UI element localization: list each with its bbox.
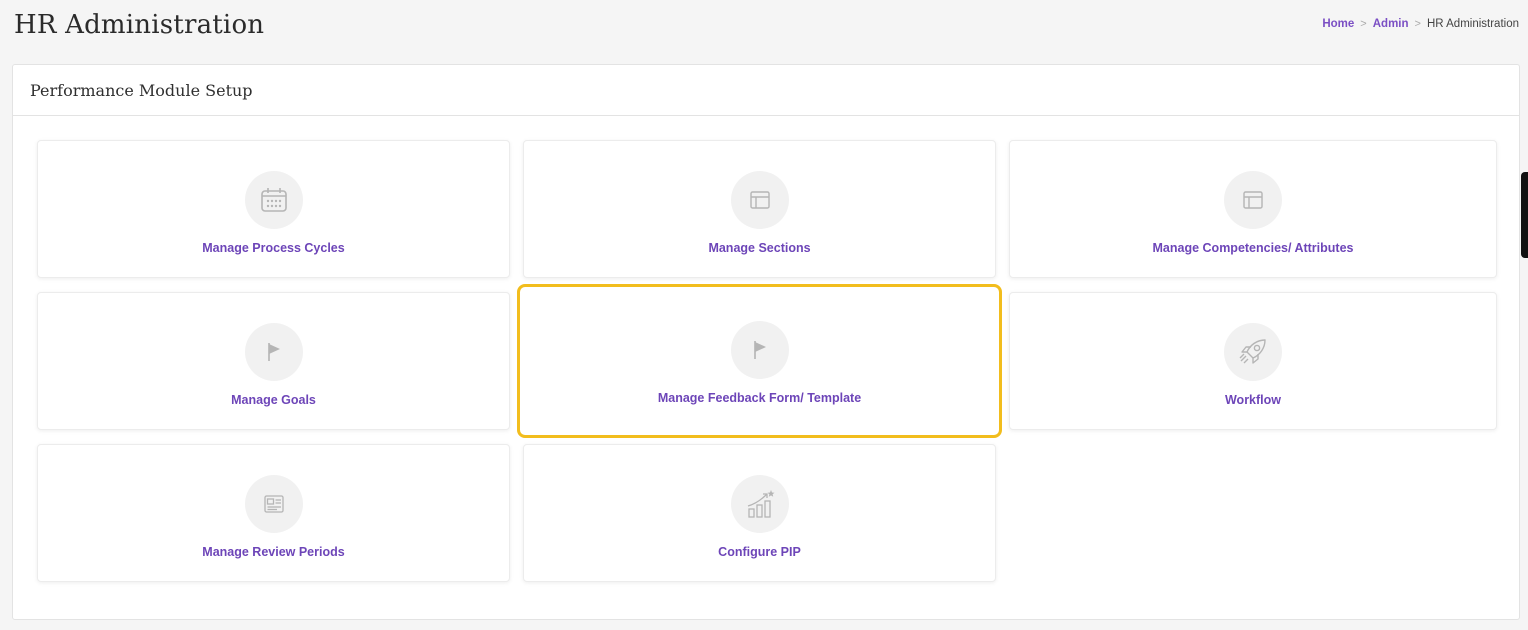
card-label: Manage Feedback Form/ Template: [657, 391, 862, 405]
card-manage-feedback-form[interactable]: Manage Feedback Form/ Template: [517, 284, 1002, 438]
flag-icon: [244, 323, 303, 381]
breadcrumb-separator: >: [1360, 18, 1367, 30]
card-manage-competencies[interactable]: Manage Competencies/ Attributes: [1009, 140, 1497, 278]
card-label: Workflow: [1224, 393, 1282, 407]
card-configure-pip[interactable]: Configure PIP: [523, 444, 996, 582]
breadcrumb: Home > Admin > HR Administration: [1322, 18, 1519, 30]
growth-chart-icon: [730, 475, 789, 533]
rocket-icon: [1224, 323, 1282, 381]
calendar-icon: [244, 171, 303, 229]
card-workflow[interactable]: Workflow: [1009, 292, 1497, 430]
side-panel-tab[interactable]: [1521, 172, 1528, 258]
card-manage-sections[interactable]: Manage Sections: [523, 140, 996, 278]
card-label: Configure PIP: [718, 545, 801, 559]
page-title: HR Administration: [14, 10, 265, 40]
setup-card-grid: Manage Process Cycles Manage Sections Ma…: [13, 65, 1519, 619]
breadcrumb-admin-link[interactable]: Admin: [1373, 18, 1409, 30]
card-label: Manage Review Periods: [202, 545, 345, 559]
card-label: Manage Competencies/ Attributes: [1152, 241, 1354, 255]
breadcrumb-current: HR Administration: [1426, 18, 1519, 30]
card-label: Manage Sections: [708, 241, 811, 255]
card-manage-review-periods[interactable]: Manage Review Periods: [37, 444, 510, 582]
breadcrumb-home-link[interactable]: Home: [1322, 18, 1354, 30]
card-manage-goals[interactable]: Manage Goals: [37, 292, 510, 430]
card-label: Manage Goals: [231, 393, 316, 407]
id-card-icon: [244, 475, 303, 533]
layout-icon: [730, 171, 789, 229]
performance-setup-panel: Performance Module Setup Manage Process …: [12, 64, 1520, 620]
card-manage-process-cycles[interactable]: Manage Process Cycles: [37, 140, 510, 278]
layout-icon: [1224, 171, 1282, 229]
breadcrumb-separator: >: [1414, 18, 1421, 30]
card-label: Manage Process Cycles: [202, 241, 345, 255]
flag-icon: [730, 321, 789, 379]
